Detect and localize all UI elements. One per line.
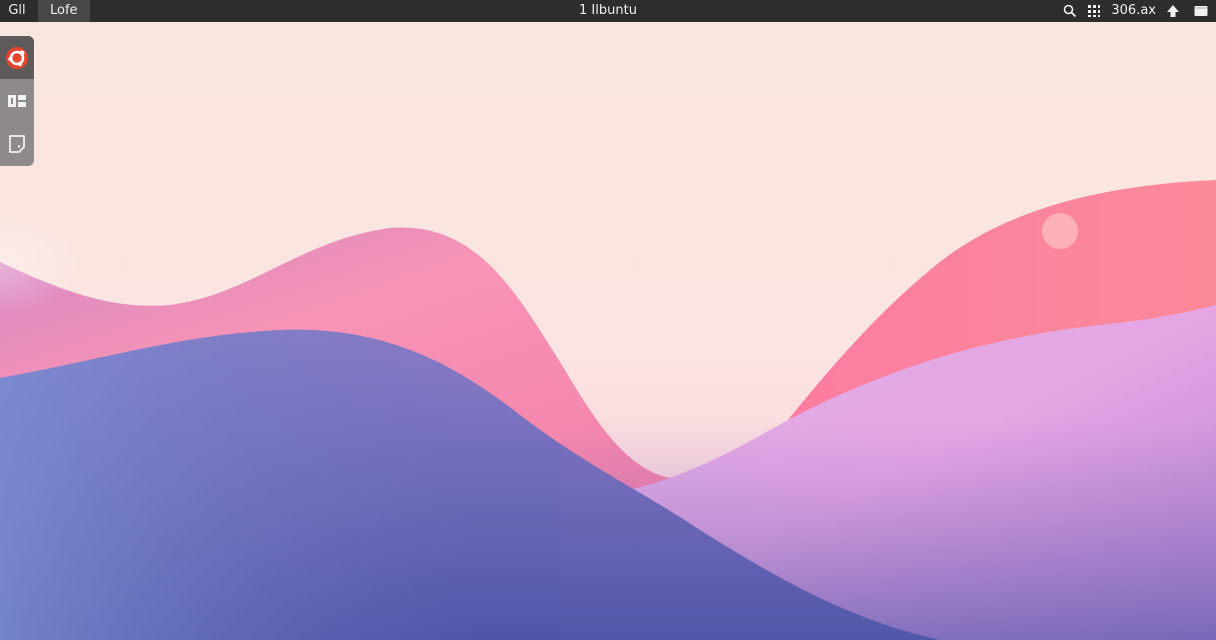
window-icon[interactable] xyxy=(1194,0,1208,22)
battery-status[interactable]: 306.ax xyxy=(1111,0,1156,22)
activities-button[interactable]: Gll xyxy=(0,0,34,22)
note-icon xyxy=(9,134,25,153)
search-icon[interactable] xyxy=(1063,0,1077,22)
dock-item-workspaces[interactable] xyxy=(0,79,34,122)
wallpaper xyxy=(0,0,1216,640)
apps-grid-icon[interactable] xyxy=(1087,0,1101,22)
desktop: Gll Lofe 1 Ilbuntu 306.ax xyxy=(0,0,1216,640)
wallpaper-sun xyxy=(1042,213,1078,249)
workspaces-grid-icon xyxy=(8,94,26,107)
clock: 1 Ilbuntu xyxy=(0,0,1216,22)
ubuntu-software-icon xyxy=(6,46,28,69)
dock-item-notes[interactable] xyxy=(0,122,34,165)
app-menu-button[interactable]: Lofe xyxy=(38,0,90,22)
dock-item-ubuntu-software[interactable] xyxy=(0,36,34,79)
top-bar: Gll Lofe 1 Ilbuntu 306.ax xyxy=(0,0,1216,22)
network-icon[interactable] xyxy=(1166,0,1180,22)
dock xyxy=(0,36,34,166)
clock-label[interactable]: 1 Ilbuntu xyxy=(579,3,637,18)
